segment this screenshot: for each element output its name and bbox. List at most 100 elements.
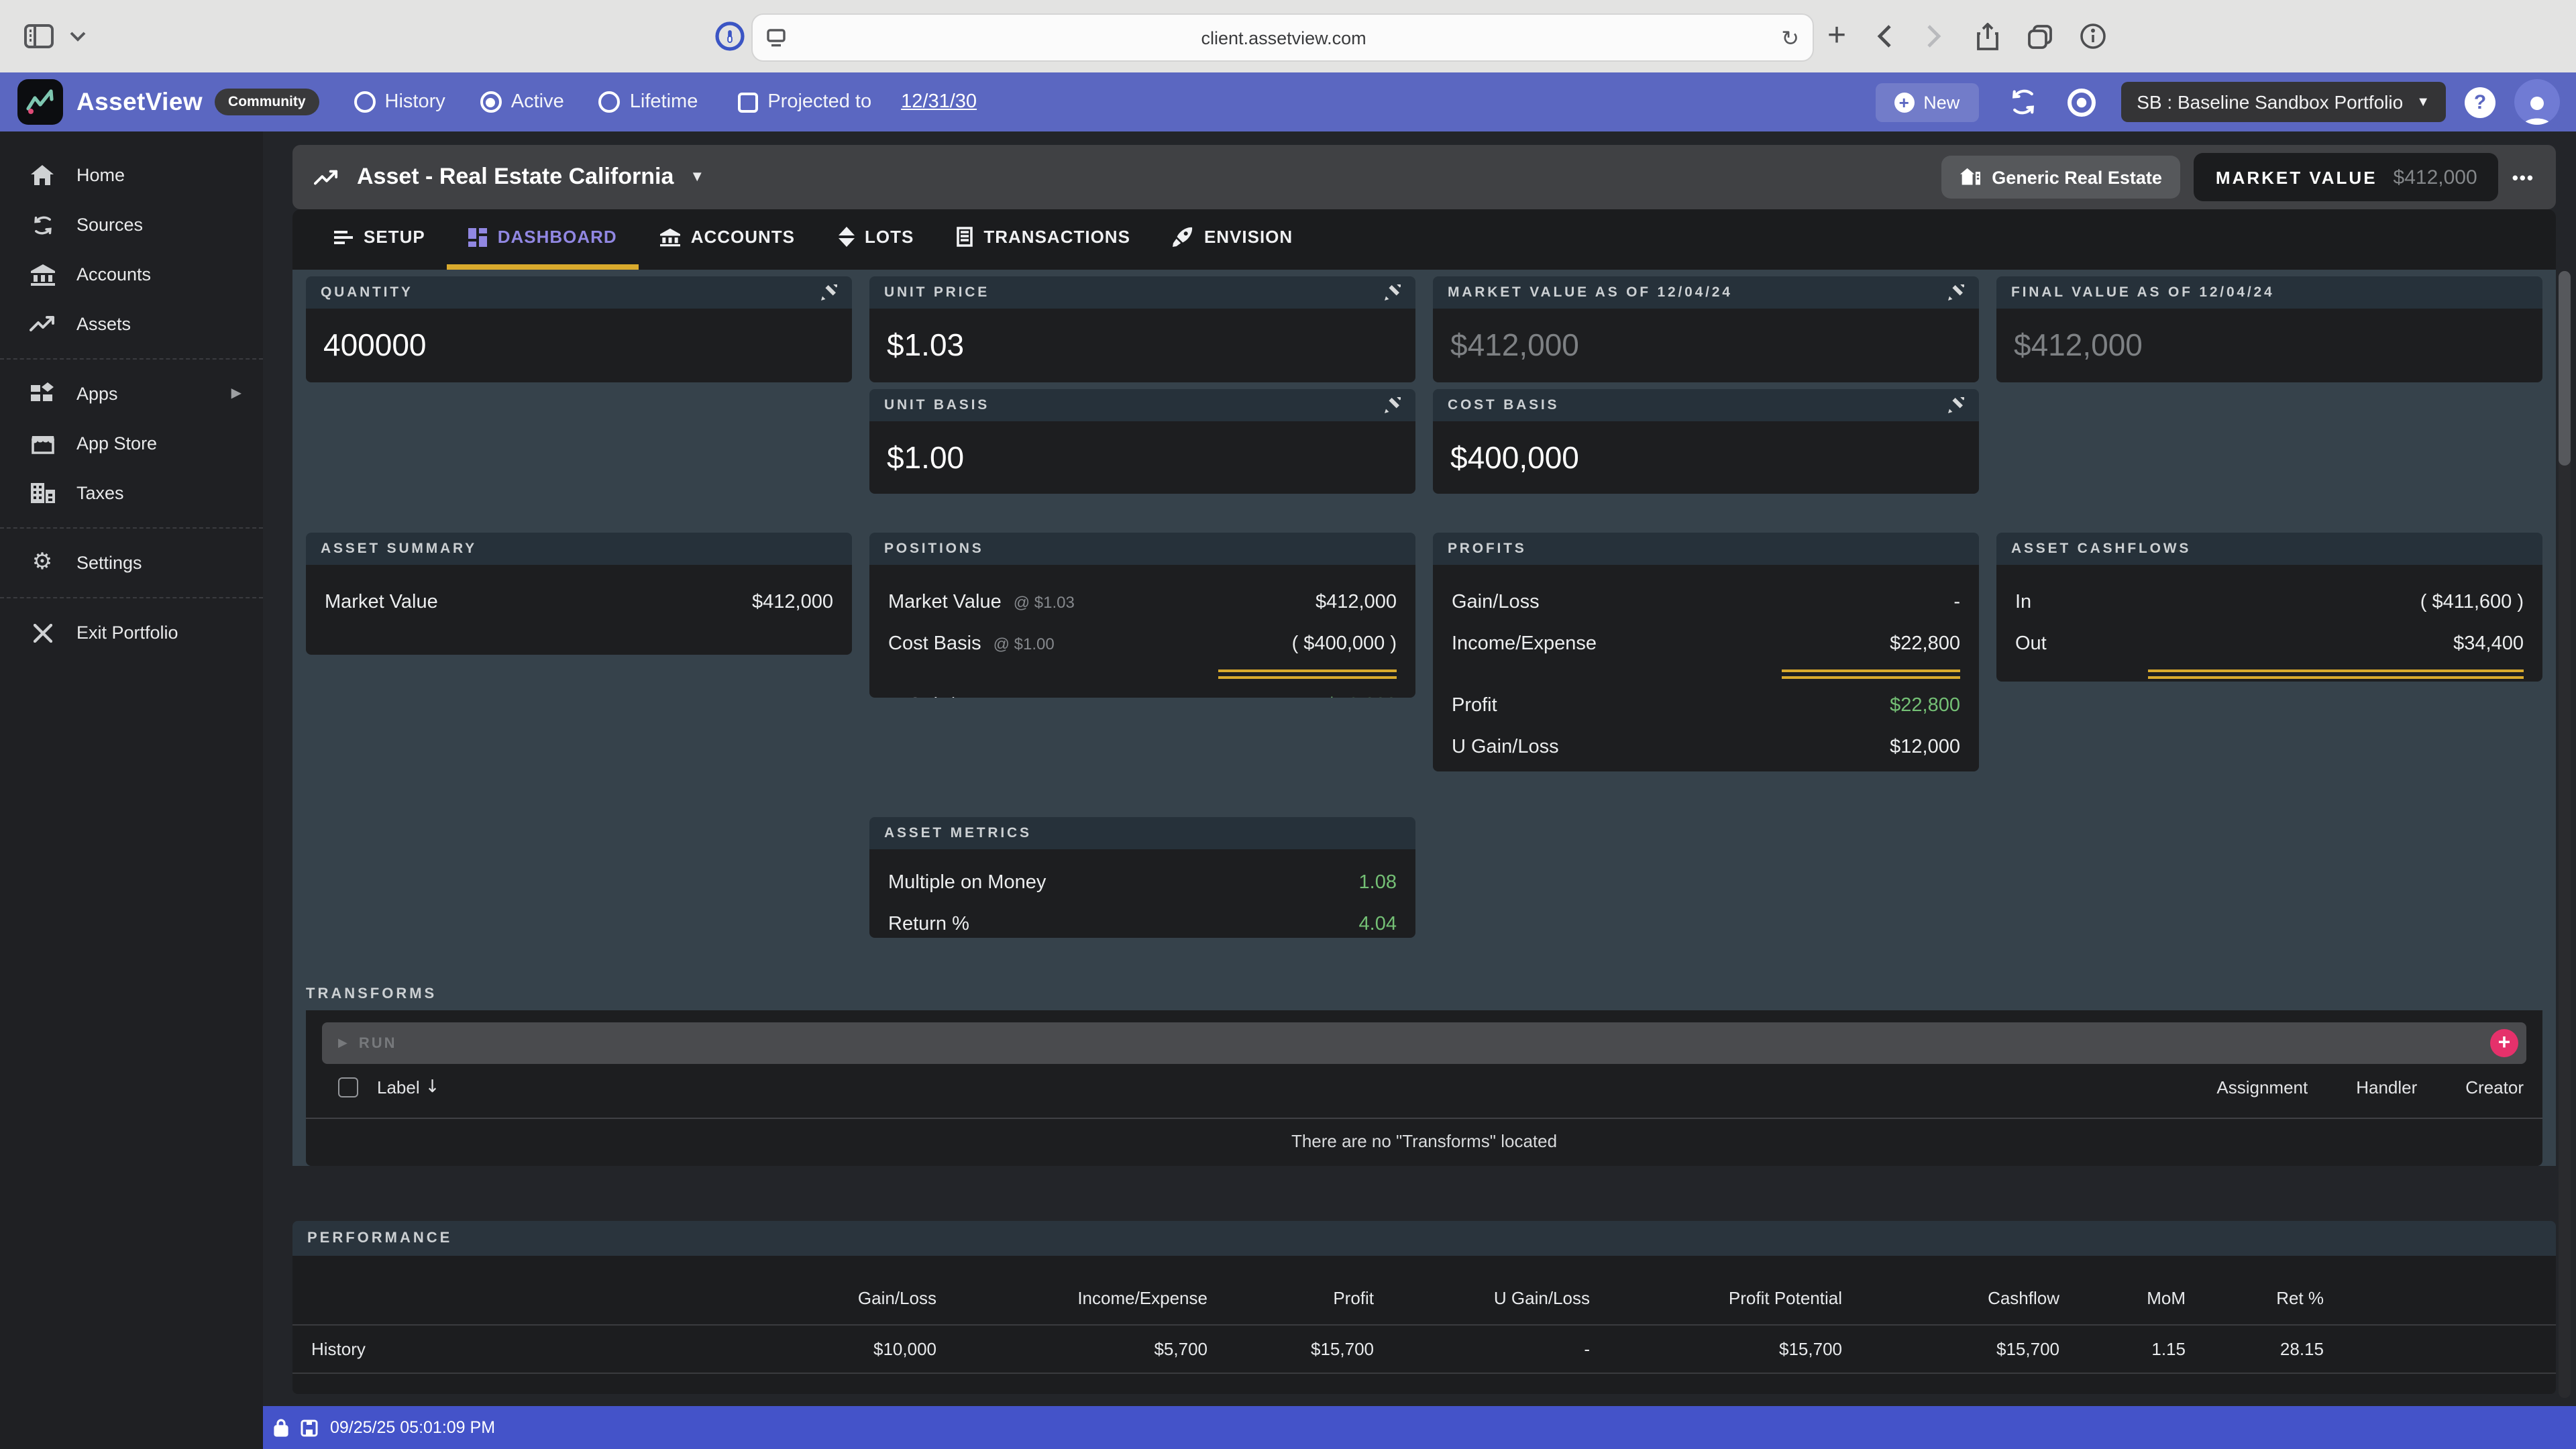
transactions-icon	[957, 227, 973, 247]
radio-selected-icon[interactable]	[480, 91, 502, 113]
sync-icon[interactable]	[2008, 87, 2037, 117]
row-value: $12,000	[1890, 736, 1960, 757]
forward-icon[interactable]	[1927, 0, 1941, 72]
address-bar[interactable]: client.assetview.com ↻	[751, 13, 1814, 62]
sync-icon	[30, 214, 55, 235]
checkbox-icon[interactable]	[738, 92, 758, 112]
tab-lots[interactable]: LOTS	[816, 209, 935, 270]
view-option-lifetime[interactable]: Lifetime	[599, 91, 698, 113]
sidebar-divider	[0, 527, 263, 529]
browser-toolbar: client.assetview.com ↻ +	[0, 0, 2576, 74]
asset-title[interactable]: Asset - Real Estate California	[357, 164, 674, 191]
apps-icon	[30, 382, 55, 405]
column-assignment[interactable]: Assignment	[2216, 1077, 2308, 1097]
column-label[interactable]: Label	[377, 1077, 420, 1097]
more-menu-icon[interactable]: •••	[2512, 167, 2534, 187]
col-mom: MoM	[2059, 1287, 2186, 1307]
projected-to-checkbox[interactable]: Projected to	[738, 91, 871, 113]
sidebar-item-taxes[interactable]: Taxes	[0, 468, 263, 518]
asset-category-badge[interactable]: Generic Real Estate	[1941, 156, 2181, 199]
tab-dashboard[interactable]: DASHBOARD	[447, 209, 639, 270]
sidebar-item-apps[interactable]: Apps ▶	[0, 369, 263, 419]
house-icon	[1960, 168, 1980, 186]
portfolio-selector[interactable]: SB : Baseline Sandbox Portfolio ▼	[2121, 82, 2446, 122]
assetview-logo[interactable]	[17, 79, 63, 125]
card-value: $412,000	[1433, 309, 1979, 382]
col-profit: Profit	[1208, 1287, 1374, 1307]
share-icon[interactable]	[1976, 0, 1999, 72]
row-label: Cost Basis	[888, 633, 981, 654]
app-navbar: AssetView Community History Active Lifet…	[0, 72, 2576, 131]
market-value-pill: MARKET VALUE $412,000	[2194, 153, 2499, 201]
col-ret-pct: Ret %	[2186, 1287, 2324, 1307]
select-all-checkbox[interactable]	[338, 1077, 358, 1097]
scrollbar-thumb[interactable]	[2559, 271, 2571, 466]
column-creator[interactable]: Creator	[2465, 1077, 2524, 1097]
gold-divider	[1782, 669, 1960, 679]
info-icon[interactable]	[2080, 0, 2106, 72]
sidebar-item-home[interactable]: Home	[0, 150, 263, 200]
sidebar-item-assets[interactable]: Assets	[0, 299, 263, 349]
help-icon[interactable]: ?	[2465, 87, 2496, 117]
run-button[interactable]: ▶ RUN	[338, 1035, 397, 1051]
back-icon[interactable]	[1877, 0, 1892, 72]
sidebar-item-exit-portfolio[interactable]: Exit Portfolio	[0, 608, 263, 657]
chevron-right-icon: ▶	[231, 386, 241, 401]
col-profit-potential: Profit Potential	[1590, 1287, 1842, 1307]
sidebar-item-accounts[interactable]: Accounts	[0, 250, 263, 299]
panel-title: PROFITS	[1448, 541, 1527, 557]
edit-pencil-icon[interactable]	[1385, 397, 1401, 413]
radio-icon[interactable]	[599, 91, 621, 113]
sidebar-item-settings[interactable]: ⚙ Settings	[0, 538, 263, 588]
card-label: COST BASIS	[1448, 397, 1559, 413]
dashboard-panel: QUANTITY 400000 UNIT PRICE $1.03 MARKET …	[292, 270, 2556, 1166]
row-value: ( $400,000 )	[1292, 633, 1397, 654]
scrollbar[interactable]	[2559, 271, 2571, 1398]
sort-desc-icon[interactable]: ↓	[425, 1077, 440, 1097]
sidebar-toggle-icon[interactable]	[24, 0, 54, 72]
row-value: $12,000	[1326, 694, 1397, 698]
trend-icon	[30, 315, 55, 333]
asset-metrics-panel: ASSET METRICS Multiple on Money1.08 Retu…	[869, 817, 1415, 938]
add-transform-button[interactable]: +	[2490, 1029, 2518, 1057]
projected-date-link[interactable]: 12/31/30	[901, 91, 977, 113]
tab-transactions[interactable]: TRANSACTIONS	[935, 209, 1152, 270]
col-gain-loss: Gain/Loss	[668, 1287, 936, 1307]
tab-accounts[interactable]: ACCOUNTS	[639, 209, 816, 270]
new-button[interactable]: + New	[1875, 83, 1978, 121]
table-row-history[interactable]: History $10,000 $5,700 $15,700 - $15,700…	[292, 1326, 2556, 1373]
cost-basis-card: COST BASIS $400,000	[1433, 389, 1979, 494]
divider	[292, 1373, 2556, 1374]
unit-price-card: UNIT PRICE $1.03	[869, 276, 1415, 382]
transforms-panel: ▶ RUN + Label ↓ Assignment Handler Creat…	[306, 1010, 2542, 1166]
tab-overview-icon[interactable]	[2027, 0, 2053, 72]
tab-envision[interactable]: ENVISION	[1152, 209, 1314, 270]
tab-setup[interactable]: SETUP	[313, 209, 447, 270]
column-handler[interactable]: Handler	[2356, 1077, 2417, 1097]
table-row-active[interactable]: Active - $22,800 $22,800 $12,000 $34,800…	[292, 1383, 2556, 1394]
radio-icon[interactable]	[354, 91, 376, 113]
edit-pencil-icon[interactable]	[1385, 284, 1401, 301]
view-option-history[interactable]: History	[354, 91, 445, 113]
performance-table: Gain/Loss Income/Expense Profit U Gain/L…	[292, 1256, 2556, 1394]
reload-icon[interactable]: ↻	[1781, 25, 1799, 50]
caret-down-icon[interactable]: ▼	[690, 169, 704, 185]
edit-pencil-icon[interactable]	[1948, 284, 1964, 301]
url-text: client.assetview.com	[786, 28, 1781, 48]
visibility-icon[interactable]	[2065, 87, 2096, 117]
edit-pencil-icon[interactable]	[821, 284, 837, 301]
new-tab-icon[interactable]: +	[1827, 0, 1846, 72]
sidebar-item-sources[interactable]: Sources	[0, 200, 263, 250]
view-option-active[interactable]: Active	[480, 91, 564, 113]
card-value: $1.03	[869, 309, 1415, 382]
panel-title: ASSET METRICS	[884, 825, 1032, 841]
chevron-down-icon[interactable]	[70, 0, 86, 72]
market-value-asof-card: MARKET VALUE AS OF 12/04/24 $412,000	[1433, 276, 1979, 382]
user-avatar[interactable]	[2514, 79, 2560, 125]
password-extension-icon[interactable]	[715, 0, 745, 72]
sidebar-item-app-store[interactable]: App Store	[0, 419, 263, 468]
sidebar-divider	[0, 358, 263, 360]
row-value: $34,400	[2453, 633, 2524, 654]
status-timestamp: 09/25/25 05:01:09 PM	[330, 1418, 495, 1437]
edit-pencil-icon[interactable]	[1948, 397, 1964, 413]
